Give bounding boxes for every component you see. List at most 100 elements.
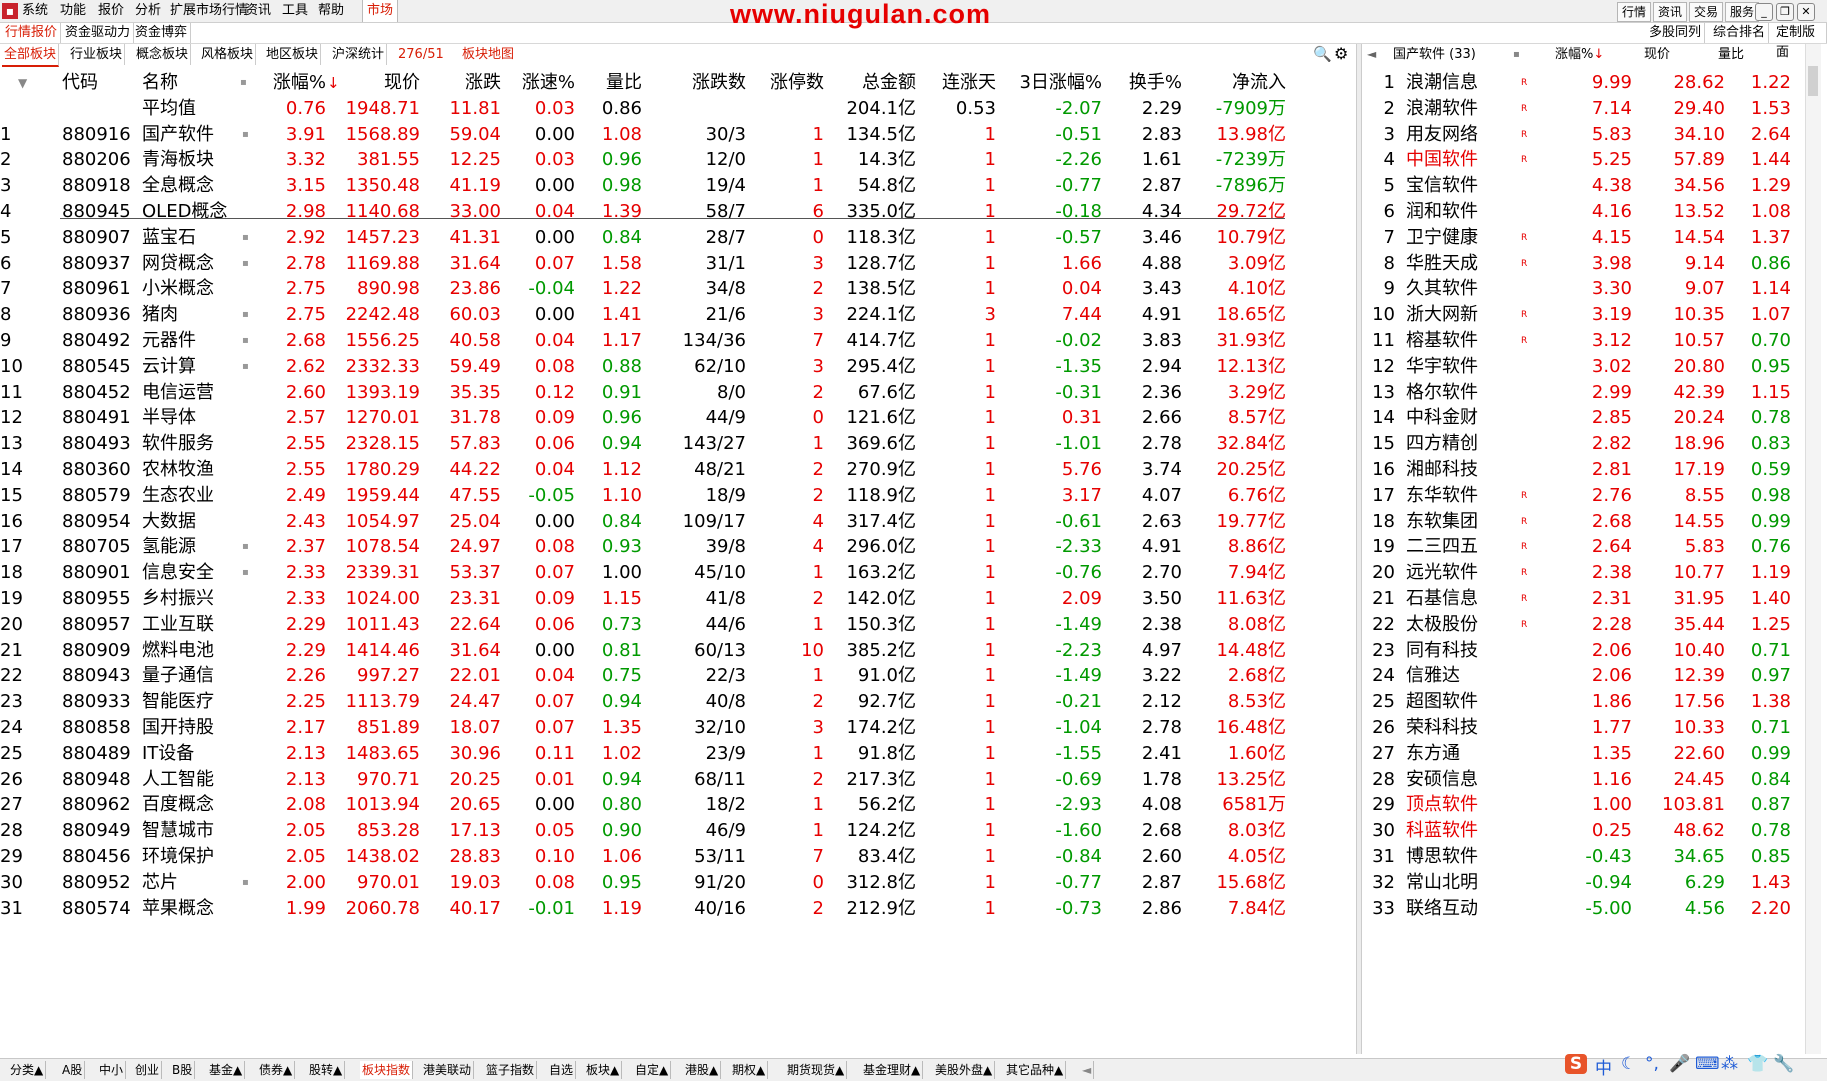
scroll-left-icon[interactable]: ◄ <box>1080 1061 1095 1079</box>
cell: 40/16 <box>694 897 746 919</box>
menu-item[interactable]: 分析 <box>135 0 161 22</box>
cell: 1.19 <box>601 897 642 919</box>
stock-price: 4.56 <box>1684 897 1725 919</box>
table-row[interactable]: 31 880574 苹果概念 1.99 2060.78 40.17 -0.01 1.19 40/… <box>0 894 1355 924</box>
bottom-tab[interactable]: B股 <box>170 1061 196 1079</box>
sector-tab[interactable]: 全部板块 <box>2 44 60 67</box>
cell: -0.73 <box>1055 897 1102 919</box>
view-tabs: 行情报价 资金驱动力 资金博弈 多股同列 综合排名 定制版面 <box>0 23 1827 60</box>
scroll-thumb[interactable] <box>1808 66 1818 96</box>
list-index: 33 <box>1372 897 1395 919</box>
microphone-icon[interactable]: 🎤 <box>1669 1054 1690 1074</box>
stock-name[interactable]: 联络互动 <box>1406 894 1478 924</box>
sector-tab[interactable]: 概念板块 <box>134 44 192 65</box>
cell: 1.99 <box>285 897 326 919</box>
view-tab[interactable]: 资金驱动力 <box>62 23 135 43</box>
bottom-tab[interactable]: 基金理财▲ <box>861 1061 924 1079</box>
layout-tab[interactable]: 定制版面 <box>1773 23 1827 60</box>
bottom-tab[interactable]: 基金▲ <box>207 1061 246 1079</box>
collapse-icon[interactable]: ◄ <box>1367 44 1376 65</box>
constituent-list: 1 浪潮信息 R 9.99 28.62 1.22 2 浪潮软件 R 7.14 29.40 1.53 3 用… <box>1361 68 1801 1053</box>
menu-item[interactable]: 帮助 <box>318 0 344 22</box>
sector-tab[interactable]: 地区板块 <box>264 44 322 65</box>
app-logo-icon: ▪ <box>2 3 18 19</box>
cell: 7.84亿 <box>1227 897 1286 919</box>
shirt-icon[interactable]: 👕 <box>1747 1054 1768 1074</box>
view-tab[interactable]: 资金博弈 <box>132 23 192 43</box>
menu-item[interactable]: 功能 <box>60 0 86 22</box>
restore-icon[interactable]: ❐ <box>1776 3 1794 21</box>
menu-item[interactable]: 扩展市场行情 <box>170 0 248 22</box>
bottom-tab[interactable]: 债券▲ <box>257 1061 296 1079</box>
gear-icon[interactable]: ⚙ <box>1334 44 1348 63</box>
cell: 31 <box>0 897 23 919</box>
side-scrollbar[interactable] <box>1805 44 1821 1054</box>
row-divider <box>60 218 1285 219</box>
bottom-tab[interactable]: 分类▲ <box>8 1061 47 1079</box>
cell: 40.17 <box>449 897 501 919</box>
bottom-tab[interactable]: 港美联动 <box>421 1061 475 1079</box>
cell: -0.01 <box>528 897 575 919</box>
cell: 苹果概念 <box>142 897 214 919</box>
filter-icon[interactable]: ▪ <box>1513 44 1520 65</box>
layout-tab[interactable]: 综合排名 <box>1710 23 1770 43</box>
bottom-tab[interactable]: 美股外盘▲ <box>933 1061 996 1079</box>
top-nav-button[interactable]: 资讯 <box>1653 2 1687 22</box>
top-nav-button[interactable]: 交易 <box>1689 2 1723 22</box>
bottom-tab[interactable]: 自选 <box>547 1061 577 1079</box>
sector-tab[interactable]: 风格板块 <box>199 44 257 65</box>
view-tab[interactable]: 行情报价 <box>2 23 62 43</box>
bottom-tab[interactable]: 创业 <box>133 1061 163 1079</box>
sogou-logo-icon: S <box>1565 1054 1587 1074</box>
ime-mode[interactable]: 中 <box>1595 1054 1612 1079</box>
cell: 212.9亿 <box>846 897 916 919</box>
top-nav-button[interactable]: 服务 <box>1725 2 1759 22</box>
sector-tabs: 全部板块 行业板块 概念板块 风格板块 地区板块 沪深统计 276/51 板块地图 🔍 ⚙ <box>0 44 1355 67</box>
bottom-tab[interactable]: 期权▲ <box>730 1061 769 1079</box>
side-panel-title: 国产软件 (33) <box>1393 47 1476 62</box>
sector-tab[interactable]: 沪深统计 <box>330 44 388 65</box>
cell: 880574 <box>62 897 131 919</box>
bottom-tabs: 分类▲ A股 中小 创业 B股 基金▲ 债券▲ 股转▲ 板块指数 港美联动 篮子指数 自选 板块▲ 自定▲… <box>0 1058 1827 1081</box>
menu-item[interactable]: 资讯 <box>245 0 271 22</box>
sector-count: 276/51 <box>398 47 444 62</box>
top-nav-button[interactable]: 行情 <box>1617 2 1651 22</box>
list-item[interactable]: 33 联络互动 -5.00 4.56 2.20 <box>1361 894 1801 924</box>
sector-table: ▼ 代码 名称 涨幅% ↓ 现价 涨跌 涨速% 量比 涨跌数 涨停数 总金额 连涨天 3日涨幅% 换手% 净流… <box>0 68 1355 1053</box>
stock-volratio: 2.20 <box>1750 897 1791 919</box>
close-icon[interactable]: ✕ <box>1797 3 1815 21</box>
moon-icon[interactable]: ☾ <box>1621 1054 1636 1074</box>
cell: 2 <box>812 897 824 919</box>
menu-item[interactable]: 报价 <box>98 0 124 22</box>
menu-bar: ▪ 系统 功能 报价 分析 扩展市场行情 资讯 工具 帮助 市场 www.niugulan.co… <box>0 0 1827 29</box>
search-icon[interactable]: 🔍 <box>1313 45 1332 63</box>
menu-item-market[interactable]: 市场 <box>362 0 399 22</box>
keyboard-icon[interactable]: ⌨ <box>1695 1054 1720 1074</box>
minimize-icon[interactable]: _ <box>1755 3 1773 21</box>
menu-item[interactable]: 工具 <box>282 0 308 22</box>
bottom-tab[interactable]: A股 <box>60 1061 86 1079</box>
side-col-volratio[interactable]: 量比 <box>1718 44 1744 65</box>
wrench-icon[interactable]: 🔧 <box>1773 1054 1794 1074</box>
sector-map-link[interactable]: 板块地图 <box>460 44 516 65</box>
bottom-tab[interactable]: 中小 <box>97 1061 127 1079</box>
apps-icon[interactable]: ⁂ <box>1721 1054 1738 1074</box>
side-col-change[interactable]: 涨幅%↓ <box>1555 44 1604 65</box>
bottom-tab[interactable]: 其它品种▲ <box>1004 1061 1067 1079</box>
bottom-tab[interactable]: 期货现货▲ <box>785 1061 848 1079</box>
bottom-tab[interactable]: 自定▲ <box>633 1061 672 1079</box>
cell: 1 <box>984 897 996 919</box>
stock-change: -5.00 <box>1585 897 1632 919</box>
bottom-tab[interactable]: 股转▲ <box>307 1061 346 1079</box>
layout-tab[interactable]: 多股同列 <box>1646 23 1706 43</box>
bottom-tab[interactable]: 篮子指数 <box>484 1061 538 1079</box>
side-col-price[interactable]: 现价 <box>1644 44 1670 65</box>
bottom-tab[interactable]: 板块▲ <box>584 1061 623 1079</box>
menu-item[interactable]: 系统 <box>22 0 48 22</box>
punctuation-icon[interactable]: °, <box>1645 1054 1659 1074</box>
bottom-tab[interactable]: 板块指数 <box>360 1061 414 1079</box>
sector-tab[interactable]: 行业板块 <box>68 44 126 65</box>
cell: 2.86 <box>1141 897 1182 919</box>
cell: 2060.78 <box>345 897 420 919</box>
bottom-tab[interactable]: 港股▲ <box>683 1061 722 1079</box>
